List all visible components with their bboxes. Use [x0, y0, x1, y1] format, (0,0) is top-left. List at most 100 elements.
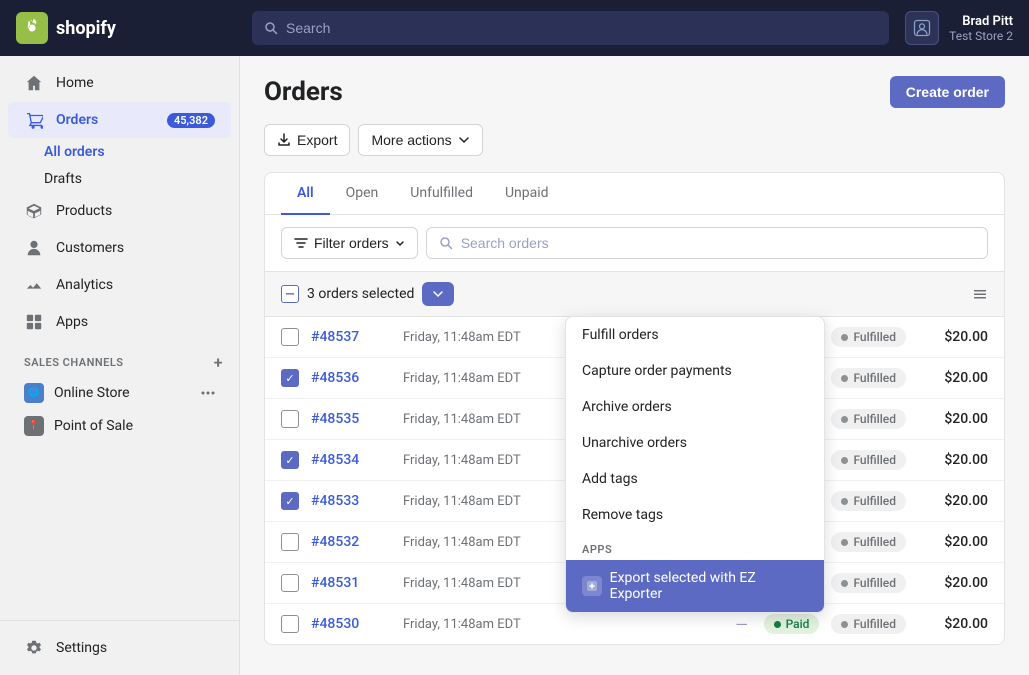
sidebar-item-orders[interactable]: Orders 45,382: [8, 102, 231, 138]
fulfillment-badge: Fulfilled: [831, 327, 906, 347]
fulfilled-dot: [841, 375, 848, 382]
filter-icon: [294, 236, 308, 250]
settings-icon: [24, 638, 44, 658]
logo-icon: [16, 12, 48, 44]
ez-exporter-icon: [582, 576, 602, 596]
sidebar-sub-all-orders[interactable]: All orders: [44, 139, 239, 165]
dropdown-archive-orders[interactable]: Archive orders: [566, 389, 824, 425]
main-layout: Home Orders 45,382 All orders Drafts: [0, 56, 1029, 675]
export-icon: [277, 133, 291, 147]
order-checkbox[interactable]: [281, 451, 299, 469]
tab-unpaid[interactable]: Unpaid: [489, 173, 565, 215]
apps-section-label: APPS: [566, 533, 824, 560]
orders-tabs: All Open Unfulfilled Unpaid: [265, 173, 1004, 215]
fulfilled-dot: [841, 539, 848, 546]
chevron-down-icon: [458, 134, 470, 146]
order-amount: $20.00: [918, 493, 988, 509]
search-icon: [264, 21, 278, 35]
sidebar-item-customers[interactable]: Customers: [8, 230, 231, 266]
sidebar-item-label-analytics: Analytics: [56, 277, 113, 293]
order-id[interactable]: #48537: [311, 329, 391, 345]
sidebar-item-label-orders: Orders: [56, 112, 98, 128]
dropdown-remove-tags[interactable]: Remove tags: [566, 497, 824, 533]
order-checkbox[interactable]: [281, 410, 299, 428]
order-id[interactable]: #48534: [311, 452, 391, 468]
sidebar-bottom: Settings: [0, 620, 239, 675]
order-id[interactable]: #48530: [311, 616, 391, 632]
fulfillment-badge: Fulfilled: [831, 532, 906, 552]
tab-open[interactable]: Open: [330, 173, 395, 215]
sidebar-item-online-store[interactable]: 🌐 Online Store: [8, 377, 231, 409]
filter-orders-button[interactable]: Filter orders: [281, 227, 418, 259]
fulfilled-dot: [841, 580, 848, 587]
logo[interactable]: shopify: [16, 12, 236, 44]
export-button[interactable]: Export: [264, 124, 350, 156]
order-checkbox[interactable]: [281, 574, 299, 592]
dropdown-capture-payments[interactable]: Capture order payments: [566, 353, 824, 389]
orders-toolbar: Filter orders: [265, 215, 1004, 272]
order-id[interactable]: #48533: [311, 493, 391, 509]
user-store: Test Store 2: [949, 29, 1013, 43]
select-all-checkbox[interactable]: [281, 285, 299, 303]
sidebar-item-products[interactable]: Products: [8, 193, 231, 229]
pos-icon: 📍: [24, 416, 44, 436]
analytics-icon: [24, 275, 44, 295]
sidebar-item-point-of-sale[interactable]: 📍 Point of Sale: [8, 410, 231, 442]
fulfillment-badge: Fulfilled: [831, 450, 906, 470]
add-channel-icon[interactable]: +: [214, 353, 223, 372]
fulfillment-badge: Fulfilled: [831, 491, 906, 511]
home-icon: [24, 73, 44, 93]
order-checkbox[interactable]: [281, 492, 299, 510]
sidebar-item-label-apps: Apps: [56, 314, 88, 330]
search-orders-input[interactable]: [461, 235, 975, 251]
logo-text: shopify: [56, 18, 116, 39]
more-actions-button[interactable]: More actions: [358, 124, 482, 156]
payment-badge: Paid: [764, 614, 820, 634]
order-checkbox[interactable]: [281, 328, 299, 346]
paid-dot: [774, 621, 781, 628]
toolbar: Export More actions: [264, 124, 1005, 156]
sidebar-item-settings[interactable]: Settings: [8, 630, 231, 666]
fulfillment-badge: Fulfilled: [831, 368, 906, 388]
sidebar-item-apps[interactable]: Apps: [8, 304, 231, 340]
dropdown-unarchive-orders[interactable]: Unarchive orders: [566, 425, 824, 461]
topbar: shopify Brad Pitt Test Store 2: [0, 0, 1029, 56]
columns-icon[interactable]: [972, 286, 988, 302]
order-id[interactable]: #48532: [311, 534, 391, 550]
dropdown-add-tags[interactable]: Add tags: [566, 461, 824, 497]
sidebar-item-home[interactable]: Home: [8, 65, 231, 101]
create-order-button[interactable]: Create order: [890, 76, 1005, 108]
pos-label: Point of Sale: [54, 418, 133, 434]
order-amount: $20.00: [918, 575, 988, 591]
selection-actions-button[interactable]: [422, 282, 454, 306]
online-store-action-icon[interactable]: [201, 386, 215, 400]
order-id[interactable]: #48535: [311, 411, 391, 427]
page-header: Orders Create order: [264, 76, 1005, 108]
tab-all[interactable]: All: [281, 173, 330, 215]
order-checkbox[interactable]: [281, 369, 299, 387]
sidebar-sub-drafts[interactable]: Drafts: [44, 166, 239, 192]
order-date: Friday, 11:48am EDT: [403, 617, 720, 632]
dropdown-menu: Fulfill orders Capture order payments Ar…: [565, 316, 825, 613]
dropdown-fulfill-orders[interactable]: Fulfill orders: [566, 317, 824, 353]
sidebar-item-analytics[interactable]: Analytics: [8, 267, 231, 303]
sidebar-nav: Home Orders 45,382 All orders Drafts: [0, 56, 239, 620]
orders-submenu: All orders Drafts: [0, 139, 239, 192]
sidebar: Home Orders 45,382 All orders Drafts: [0, 56, 240, 675]
order-checkbox[interactable]: [281, 533, 299, 551]
order-id[interactable]: #48531: [311, 575, 391, 591]
page-title: Orders: [264, 77, 343, 107]
global-search[interactable]: [252, 11, 889, 45]
order-dash: —: [732, 615, 752, 634]
order-id[interactable]: #48536: [311, 370, 391, 386]
fulfillment-badge: Fulfilled: [831, 409, 906, 429]
search-orders[interactable]: [426, 227, 988, 259]
tab-unfulfilled[interactable]: Unfulfilled: [394, 173, 489, 215]
order-checkbox[interactable]: [281, 615, 299, 633]
sidebar-item-label-customers: Customers: [56, 240, 124, 256]
user-name: Brad Pitt: [949, 14, 1013, 29]
orders-icon: [24, 110, 44, 130]
dropdown-ez-exporter[interactable]: Export selected with EZ Exporter: [566, 560, 824, 612]
search-input[interactable]: [286, 20, 877, 36]
user-menu[interactable]: Brad Pitt Test Store 2: [905, 11, 1013, 45]
